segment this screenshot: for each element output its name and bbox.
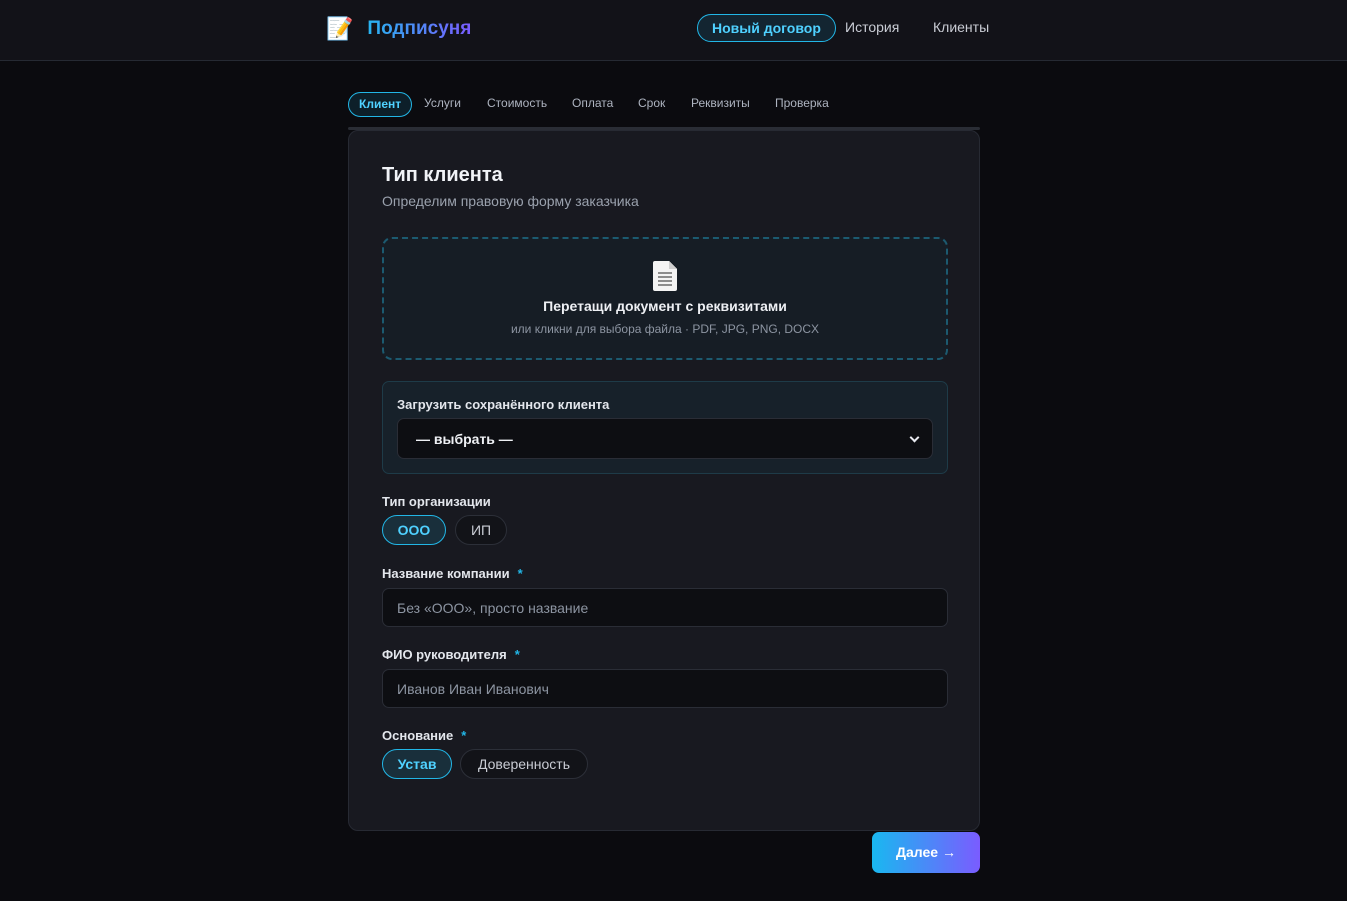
client-type-card: Тип клиента Определим правовую форму зак… — [348, 130, 980, 831]
saved-client-label: Загрузить сохранённого клиента — [397, 397, 610, 412]
wizard-steps: Клиент Услуги Стоимость Оплата Срок Рекв… — [348, 92, 980, 118]
saved-client-select[interactable]: — выбрать — — [397, 418, 933, 459]
org-type-ooo[interactable]: ООО — [382, 515, 446, 545]
dropzone-hint: или кликни для выбора файла · PDF, JPG, … — [510, 322, 820, 336]
step-services[interactable]: Услуги — [424, 92, 461, 117]
org-type-label: Тип организации — [382, 494, 491, 509]
director-name-input[interactable] — [382, 669, 948, 708]
card-title: Тип клиента — [382, 164, 503, 186]
director-name-label-text: ФИО руководителя — [382, 647, 507, 662]
step-client[interactable]: Клиент — [348, 92, 413, 117]
basis-charter[interactable]: Устав — [382, 749, 452, 779]
required-mark: * — [517, 566, 523, 581]
basis-label: Основание * — [382, 728, 466, 743]
step-term[interactable]: Срок — [638, 92, 665, 117]
saved-client-panel: Загрузить сохранённого клиента — выбрать… — [382, 381, 948, 474]
company-name-input[interactable] — [382, 588, 948, 627]
document-icon — [653, 261, 677, 291]
nav-new-contract[interactable]: Новый договор — [697, 14, 836, 42]
org-type-ip[interactable]: ИП — [455, 515, 507, 545]
step-requisites[interactable]: Реквизиты — [691, 92, 750, 117]
nav-history[interactable]: История — [845, 14, 899, 42]
dropzone-title: Перетащи документ с реквизитами — [543, 298, 787, 314]
required-mark: * — [514, 647, 520, 662]
step-review[interactable]: Проверка — [775, 92, 829, 117]
chevron-down-icon — [909, 432, 920, 443]
director-name-label: ФИО руководителя * — [382, 647, 520, 662]
top-bar: 📝 Подписуня Новый договор История Клиент… — [0, 0, 1347, 61]
required-mark: * — [461, 728, 467, 743]
card-subtitle: Определим правовую форму заказчика — [382, 193, 639, 209]
company-name-label: Название компании * — [382, 566, 523, 581]
basis-label-text: Основание — [382, 728, 454, 743]
company-name-label-text: Название компании — [382, 566, 510, 581]
nav-clients[interactable]: Клиенты — [933, 14, 989, 42]
step-cost[interactable]: Стоимость — [487, 92, 547, 117]
next-button[interactable]: Далее → — [872, 832, 980, 873]
main-nav: Новый договор История Клиенты — [0, 14, 1347, 42]
step-payment[interactable]: Оплата — [572, 92, 613, 117]
saved-client-selected: — выбрать — — [416, 431, 513, 447]
basis-power-of-attorney[interactable]: Доверенность — [460, 749, 588, 779]
document-dropzone[interactable]: Перетащи документ с реквизитами или клик… — [382, 237, 948, 360]
